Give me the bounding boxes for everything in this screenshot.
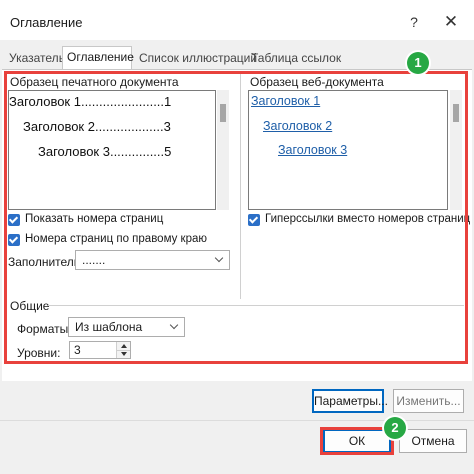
tab-figures[interactable]: Список иллюстраций bbox=[135, 48, 261, 70]
chevron-down-icon bbox=[214, 254, 226, 266]
toc-dialog: Оглавление ? ✕ Указатель Оглавление Спис… bbox=[0, 0, 474, 474]
print-preview-scroll-thumb[interactable] bbox=[220, 104, 226, 122]
annotation-badge-1: 1 bbox=[407, 52, 429, 74]
annotation-badge-2: 2 bbox=[384, 417, 406, 439]
hyperlinks-checkbox[interactable] bbox=[248, 214, 260, 226]
print-preview-label: Образец печатного документа bbox=[10, 75, 179, 89]
spin-up-icon[interactable] bbox=[116, 342, 130, 350]
show-page-numbers-label: Показать номера страниц bbox=[25, 213, 164, 225]
levels-spinner[interactable]: 3 bbox=[69, 341, 131, 359]
formats-select-value: Из шаблона bbox=[75, 320, 143, 334]
levels-label: Уровни: bbox=[17, 346, 61, 360]
formats-select[interactable]: Из шаблона bbox=[68, 317, 185, 337]
print-preview-box: Заголовок 1.......................1 Заго… bbox=[8, 90, 216, 210]
show-page-numbers-checkbox[interactable] bbox=[8, 214, 20, 226]
print-preview-line-1: Заголовок 1.......................1 bbox=[9, 94, 172, 109]
formats-label: Форматы: bbox=[17, 322, 72, 336]
print-preview-scrollbar[interactable] bbox=[217, 90, 229, 210]
hyperlinks-label: Гиперссылки вместо номеров страниц bbox=[265, 213, 471, 225]
leader-select[interactable]: ....... bbox=[75, 250, 230, 270]
tab-index[interactable]: Указатель bbox=[5, 48, 69, 70]
tab-authorities[interactable]: Таблица ссылок bbox=[247, 48, 345, 70]
print-preview-line-3: Заголовок 3...............5 bbox=[38, 144, 172, 159]
help-button[interactable]: ? bbox=[404, 12, 424, 32]
web-preview-scroll-thumb[interactable] bbox=[453, 104, 459, 122]
leader-select-value: ....... bbox=[82, 253, 106, 267]
chevron-down-icon bbox=[169, 321, 181, 333]
params-button[interactable]: Параметры... bbox=[312, 389, 388, 413]
tab-strip: Указатель Оглавление Список иллюстраций … bbox=[0, 46, 474, 72]
spin-down-icon[interactable] bbox=[116, 350, 130, 358]
title-bar: Оглавление ? ✕ bbox=[0, 0, 474, 40]
web-preview-link-2[interactable]: Заголовок 2 bbox=[263, 119, 332, 133]
print-preview-line-2: Заголовок 2...................3 bbox=[23, 119, 171, 134]
right-align-checkbox[interactable] bbox=[8, 234, 20, 246]
cancel-button[interactable]: Отмена bbox=[399, 429, 467, 453]
web-preview-link-1[interactable]: Заголовок 1 bbox=[251, 94, 320, 108]
column-divider bbox=[240, 71, 241, 299]
levels-value: 3 bbox=[74, 343, 81, 357]
leader-label: Заполнитель: bbox=[8, 255, 84, 269]
dialog-title: Оглавление bbox=[10, 15, 83, 30]
general-separator bbox=[48, 305, 464, 306]
web-preview-link-3[interactable]: Заголовок 3 bbox=[278, 143, 347, 157]
web-preview-scrollbar[interactable] bbox=[450, 90, 462, 210]
modify-button[interactable]: Изменить... bbox=[393, 389, 464, 413]
right-align-label: Номера страниц по правому краю bbox=[25, 233, 207, 245]
ok-button[interactable]: ОК bbox=[323, 429, 391, 453]
web-preview-box: Заголовок 1 Заголовок 2 Заголовок 3 bbox=[248, 90, 448, 210]
close-button[interactable]: ✕ bbox=[440, 11, 462, 33]
general-section-label: Общие bbox=[10, 299, 50, 313]
web-preview-label: Образец веб-документа bbox=[250, 75, 384, 89]
